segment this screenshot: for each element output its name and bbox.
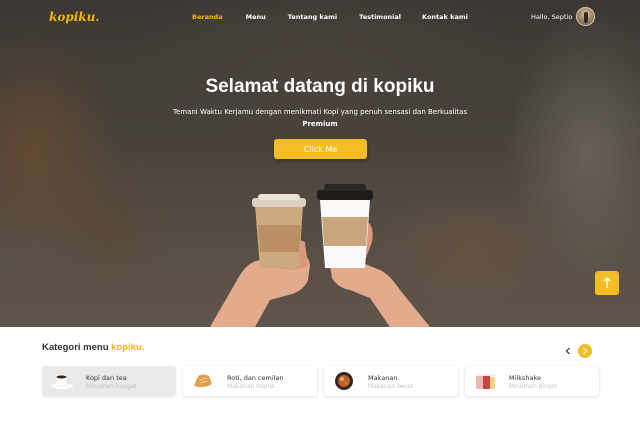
hero-subtitle: Temani Waktu Kerjamu dengan menikmati Ko… (140, 106, 500, 130)
category-cards: Kopi dan tea Minuman hangat Roti, dan ce… (40, 366, 602, 398)
card-title: Kopi dan tea (86, 374, 127, 382)
nav-item-beranda[interactable]: Beranda (192, 13, 223, 21)
carousel-prev-button[interactable] (561, 344, 575, 358)
hero-subtitle-bold: Premium (302, 120, 338, 128)
category-card-milkshake[interactable]: Milkshake Minuman dingin (465, 366, 599, 396)
nav-item-tentang-kami[interactable]: Tentang kami (288, 13, 337, 21)
nav-item-menu[interactable]: Menu (246, 13, 266, 21)
bread-icon (194, 374, 212, 388)
card-subtitle: Minuman dingin (509, 383, 558, 390)
scroll-to-top-button[interactable] (595, 271, 619, 295)
chevron-left-icon (565, 347, 570, 355)
card-title: Roti, dan cemilan (227, 374, 284, 382)
category-card-makanan[interactable]: Makanan Makanan berat (324, 366, 458, 396)
carousel-next-button[interactable] (578, 344, 592, 358)
navbar: kopiku. Beranda Menu Tentang kami Testim… (0, 0, 640, 34)
coffee-cups-illustration (210, 184, 430, 327)
category-card-kopi-dan-tea[interactable]: Kopi dan tea Minuman hangat (42, 366, 176, 396)
category-heading: Kategori menu kopiku. (42, 342, 144, 353)
category-heading-brand: kopiku. (111, 342, 145, 353)
click-me-button[interactable]: Click Me (274, 139, 367, 159)
logo[interactable]: kopiku. (49, 10, 99, 24)
nav-item-kontak-kami[interactable]: Kontak kami (422, 13, 468, 21)
card-subtitle: Makanan manis (227, 383, 275, 390)
user-greeting: Hallo, Septio (531, 13, 573, 21)
card-subtitle: Makanan berat (368, 383, 414, 390)
hero-title: Selamat datang di kopiku (205, 76, 435, 97)
nav-item-testimonial[interactable]: Testimonial (359, 13, 401, 21)
arrow-up-icon (603, 277, 611, 288)
card-title: Milkshake (509, 374, 542, 382)
food-bowl-icon (335, 372, 353, 390)
coffee-cup-icon (51, 375, 73, 389)
hero-subtitle-text: Temani Waktu Kerjamu dengan menikmati Ko… (172, 108, 468, 116)
avatar[interactable] (576, 7, 595, 26)
card-subtitle: Minuman hangat (86, 383, 137, 390)
category-card-roti-dan-cemilan[interactable]: Roti, dan cemilan Makanan manis (183, 366, 317, 396)
nav-links: Beranda Menu Tentang kami Testimonial Ko… (192, 13, 492, 21)
chevron-right-icon (583, 347, 588, 355)
category-heading-text: Kategori menu (42, 342, 109, 353)
hero-section: kopiku. Beranda Menu Tentang kami Testim… (0, 0, 640, 327)
card-title: Makanan (368, 374, 398, 382)
milkshake-icon (476, 374, 495, 389)
